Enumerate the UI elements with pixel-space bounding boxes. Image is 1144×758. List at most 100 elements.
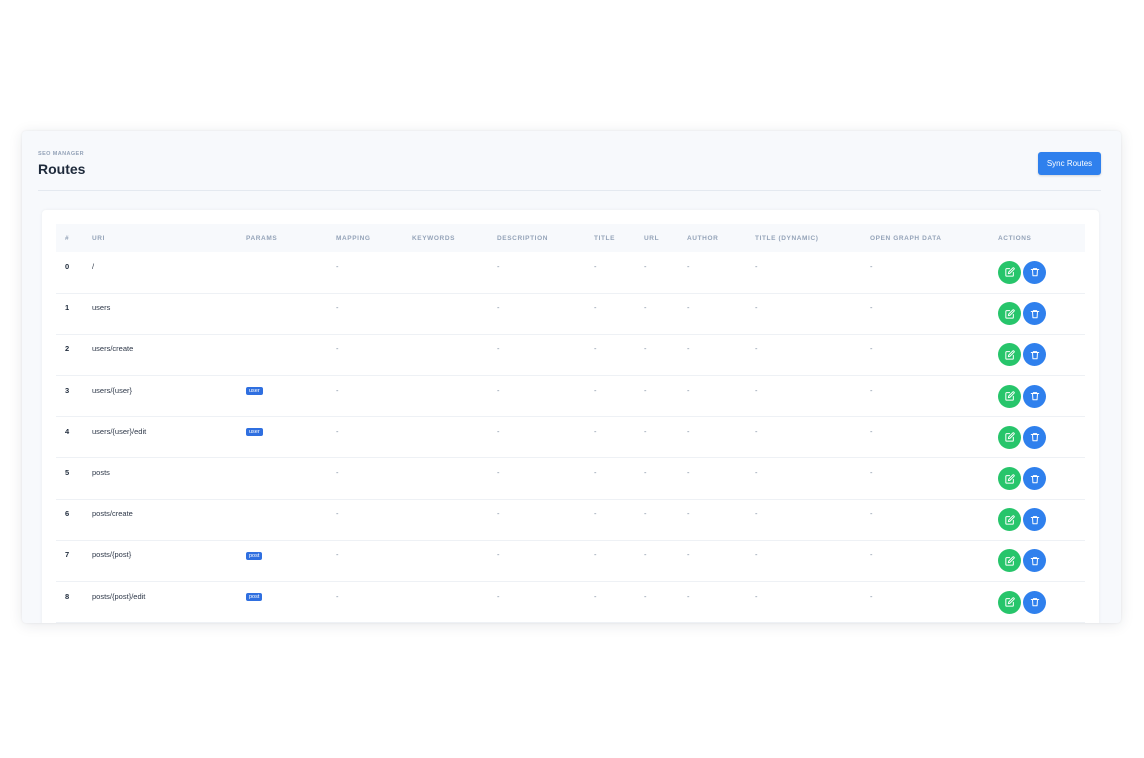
table-row: 4 users/{user}/edit user - - - - - - - (56, 417, 1085, 458)
description-cell: - (497, 499, 594, 540)
description-value: - (497, 591, 500, 601)
description-cell: - (497, 582, 594, 623)
keywords-cell (412, 499, 497, 540)
sync-routes-button[interactable]: Sync Routes (1038, 152, 1101, 175)
column-header-num: # (65, 234, 70, 242)
edit-route-button[interactable] (998, 384, 1021, 408)
author-value: - (687, 303, 690, 313)
edit-route-button[interactable] (998, 508, 1021, 532)
description-value: - (497, 468, 500, 478)
column-header-description: DESCRIPTION (497, 234, 549, 242)
author-value: - (687, 550, 690, 560)
delete-route-button[interactable] (1023, 260, 1046, 284)
params-cell (246, 458, 336, 499)
delete-route-button[interactable] (1023, 343, 1046, 367)
title-value: - (594, 261, 597, 271)
edit-route-button[interactable] (998, 590, 1021, 614)
keywords-cell (412, 376, 497, 417)
description-cell: - (497, 376, 594, 417)
keywords-cell (412, 582, 497, 623)
num-value: 0 (65, 261, 70, 271)
actions-cell (998, 458, 1085, 499)
og-cell: - (870, 540, 998, 581)
edit-icon (1004, 309, 1015, 319)
og-cell: - (870, 417, 998, 458)
delete-route-button[interactable] (1023, 384, 1046, 408)
og-cell: - (870, 334, 998, 375)
keywords-cell (412, 417, 497, 458)
og-value: - (870, 468, 873, 478)
delete-route-button[interactable] (1023, 425, 1046, 449)
param-badge: post (246, 551, 263, 560)
author-cell: - (687, 293, 755, 334)
params-cell (246, 293, 336, 334)
url-value: - (644, 468, 647, 478)
og-value: - (870, 426, 873, 436)
actions-cell (998, 582, 1085, 623)
title-value: - (594, 591, 597, 601)
mapping-value: - (336, 591, 339, 601)
title-cell: - (594, 293, 644, 334)
edit-route-button[interactable] (998, 467, 1021, 491)
author-value: - (687, 591, 690, 601)
uri-value: posts/{post} (92, 550, 132, 560)
uri-value: users/{user}/edit (92, 426, 147, 436)
mapping-value: - (336, 344, 339, 354)
title-value: - (594, 385, 597, 395)
uri-value: posts (92, 468, 110, 478)
uri-value: users/{user} (92, 385, 133, 395)
author-cell: - (687, 540, 755, 581)
num-cell: 6 (56, 499, 92, 540)
num-cell: 4 (56, 417, 92, 458)
edit-icon (1004, 515, 1015, 525)
column-header-author: AUTHOR (687, 234, 719, 242)
edit-route-button[interactable] (998, 549, 1021, 573)
edit-route-button[interactable] (998, 425, 1021, 449)
description-cell: - (497, 293, 594, 334)
uri-cell: / (92, 252, 246, 293)
url-value: - (644, 591, 647, 601)
actions-cell (998, 293, 1085, 334)
author-value: - (687, 344, 690, 354)
edit-route-button[interactable] (998, 260, 1021, 284)
url-cell: - (644, 334, 687, 375)
og-cell: - (870, 499, 998, 540)
description-value: - (497, 344, 500, 354)
delete-route-button[interactable] (1023, 508, 1046, 532)
url-cell: - (644, 582, 687, 623)
edit-route-button[interactable] (998, 302, 1021, 326)
title-cell: - (594, 582, 644, 623)
mapping-cell: - (336, 293, 412, 334)
num-cell: 0 (56, 252, 92, 293)
description-value: - (497, 303, 500, 313)
title-dynamic-cell: - (755, 293, 870, 334)
trash-icon (1030, 392, 1039, 401)
num-cell: 7 (56, 540, 92, 581)
delete-route-button[interactable] (1023, 467, 1046, 491)
num-cell: 1 (56, 293, 92, 334)
title-dynamic-cell: - (755, 334, 870, 375)
og-value: - (870, 344, 873, 354)
section-eyebrow: SEO MANAGER (38, 151, 84, 157)
title-cell: - (594, 458, 644, 499)
delete-route-button[interactable] (1023, 549, 1046, 573)
num-value: 8 (65, 591, 70, 601)
title-cell: - (594, 540, 644, 581)
uri-value: users (92, 303, 111, 313)
author-cell: - (687, 252, 755, 293)
num-value: 1 (65, 303, 70, 313)
actions-cell (998, 540, 1085, 581)
delete-route-button[interactable] (1023, 302, 1046, 326)
url-cell: - (644, 417, 687, 458)
url-value: - (644, 426, 647, 436)
og-value: - (870, 385, 873, 395)
trash-icon (1030, 433, 1039, 442)
params-cell (246, 252, 336, 293)
description-value: - (497, 550, 500, 560)
edit-route-button[interactable] (998, 343, 1021, 367)
column-header-url: URL (644, 234, 660, 242)
mapping-value: - (336, 426, 339, 436)
delete-route-button[interactable] (1023, 590, 1046, 614)
trash-icon (1030, 268, 1039, 277)
trash-icon (1030, 351, 1039, 360)
